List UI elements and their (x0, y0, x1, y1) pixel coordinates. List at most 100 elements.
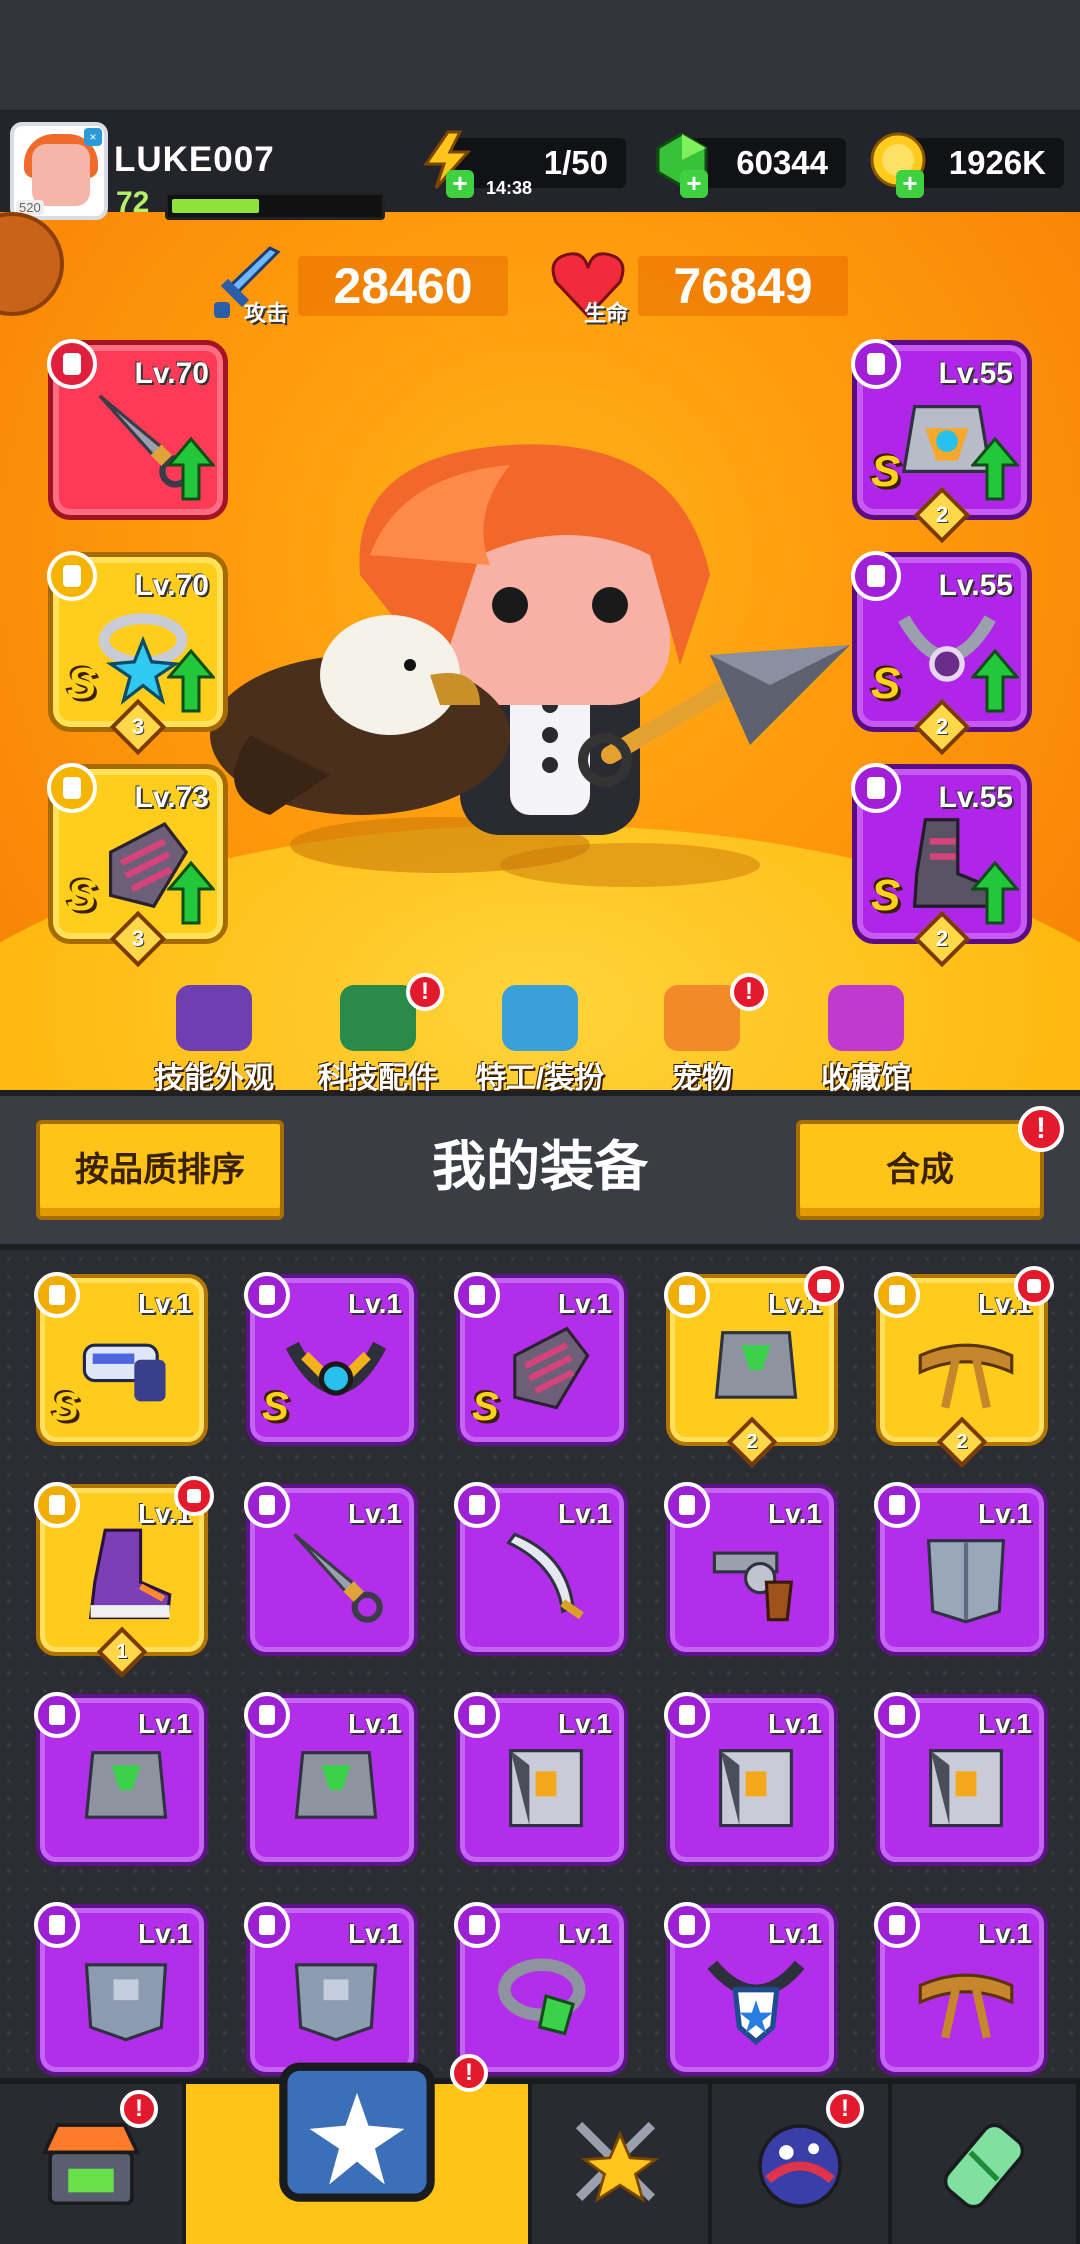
item-level: Lv.1 (978, 1708, 1032, 1739)
pet-icon: ! (664, 973, 768, 1051)
emerald-armor-icon (704, 1314, 808, 1418)
dna-capsule-icon (929, 2116, 1039, 2216)
equipped-slot-weapon[interactable]: Lv.70 (47, 339, 228, 520)
upgrade-arrow-icon (969, 436, 1021, 501)
slot-level: Lv.55 (938, 357, 1014, 390)
nav-battle[interactable] (532, 2084, 712, 2244)
s-rank-badge: S (262, 1385, 289, 1429)
inventory-item[interactable]: Lv.1 (34, 1902, 208, 2076)
s-rank-badge: S (871, 659, 901, 708)
item-type-icon (874, 1482, 920, 1528)
hero-tab-skill-skin[interactable]: 技能外观 (134, 985, 294, 1097)
coin-value: 1926K (948, 144, 1046, 181)
skill-skin-icon (176, 985, 252, 1051)
inventory-item[interactable]: Lv.1 (244, 1482, 418, 1656)
inventory-item[interactable]: Lv.1 (454, 1902, 628, 2076)
slot-type-boots-icon (851, 763, 901, 813)
player-avatar[interactable]: × 520 (10, 122, 108, 220)
star-count: 3 (131, 714, 145, 739)
hero-tab-label: 收藏馆 (821, 1062, 911, 1095)
star-count: 2 (935, 502, 949, 527)
alert-badge: ! (406, 973, 444, 1011)
hero-tab-agent-costume[interactable]: 特工/装扮 (460, 985, 620, 1097)
nav-shop[interactable]: ! (0, 2084, 186, 2244)
nav-lab[interactable] (892, 2084, 1080, 2244)
upgrade-arrow-icon (165, 436, 217, 501)
item-type-icon (664, 1902, 710, 1948)
item-type-icon (664, 1692, 710, 1738)
energy-timer: 14:38 (486, 178, 533, 198)
item-type-icon (454, 1902, 500, 1948)
energy-counter[interactable]: 1/50 (452, 138, 626, 188)
hero-tab-pet[interactable]: ! 宠物 (622, 973, 782, 1097)
hero-tab-tech-parts[interactable]: ! 科技配件 (298, 973, 458, 1097)
item-level: Lv.1 (558, 1498, 612, 1529)
inventory-item[interactable]: Lv.1 S (454, 1272, 628, 1446)
slot-level: Lv.70 (134, 357, 210, 390)
upgrade-arrow-icon (969, 860, 1021, 925)
gauntlet-icon (494, 1314, 598, 1418)
add-energy-button[interactable]: + (446, 170, 474, 198)
emerald-armor-icon (74, 1734, 178, 1838)
s-rank-badge: S (472, 1385, 499, 1429)
inventory-item[interactable]: Lv.1 S (34, 1272, 208, 1446)
add-coins-button[interactable]: + (896, 170, 924, 198)
chest-plate-icon (74, 1944, 178, 2048)
equipped-slot-glove[interactable]: Lv.73 S 3 (47, 763, 228, 968)
hero-tab-label: 宠物 (672, 1062, 732, 1095)
inventory-item[interactable]: Lv.1 (664, 1692, 838, 1866)
sneaker-boots-icon (74, 1524, 178, 1628)
inventory-item[interactable]: Lv.1 2 (874, 1266, 1054, 1468)
chest-plate-icon (284, 1944, 388, 2048)
inventory-item[interactable]: Lv.1 (874, 1482, 1048, 1656)
tech-parts-icon: ! (340, 973, 444, 1051)
inventory-item[interactable]: Lv.1 (874, 1692, 1048, 1866)
close-icon[interactable]: × (84, 128, 102, 146)
xp-bar (165, 192, 385, 220)
inventory-item[interactable]: Lv.1 (874, 1902, 1048, 2076)
slot-type-weapon-icon (47, 339, 97, 389)
item-type-icon (34, 1902, 80, 1948)
add-gems-button[interactable]: + (680, 170, 708, 198)
item-type-icon (34, 1482, 80, 1528)
equipped-slot-armor[interactable]: Lv.55 S 2 (851, 339, 1032, 544)
inventory-item[interactable]: Lv.1 (244, 1692, 418, 1866)
item-type-icon (244, 1692, 290, 1738)
inventory-item[interactable]: Lv.1 (664, 1482, 838, 1656)
gem-value: 60344 (736, 144, 828, 181)
inventory-item[interactable]: Lv.1 (34, 1692, 208, 1866)
equipped-slot-ring[interactable]: Lv.70 S 3 (47, 551, 228, 756)
item-level: Lv.1 (348, 1708, 402, 1739)
hero-tab-collection[interactable]: 收藏馆 (786, 985, 946, 1097)
s-rank-badge: S (871, 871, 901, 920)
nav-equipment[interactable]: ! (186, 2054, 532, 2244)
vest-armor-icon (914, 1734, 1018, 1838)
equipped-slot-boots[interactable]: Lv.55 S 2 (851, 763, 1032, 968)
s-rank-badge: S (67, 659, 97, 708)
rope-belt-icon (914, 1944, 1018, 2048)
slot-level: Lv.55 (938, 781, 1014, 814)
saber-icon (494, 1524, 598, 1628)
item-type-icon (874, 1272, 920, 1318)
inventory-item[interactable]: Lv.1 1 (34, 1476, 214, 1678)
inventory-item[interactable]: Lv.1 (454, 1482, 628, 1656)
inventory-item[interactable]: Lv.1 S (244, 1272, 418, 1446)
inventory-item[interactable]: Lv.1 2 (664, 1266, 844, 1468)
energy-value: 1/50 (543, 144, 608, 181)
item-level: Lv.1 (138, 1918, 192, 1949)
item-level: Lv.1 (558, 1918, 612, 1949)
nav-events[interactable]: ! (712, 2084, 892, 2244)
alert-badge: ! (826, 2090, 864, 2128)
item-type-icon (874, 1692, 920, 1738)
equipped-slot-necklace[interactable]: Lv.55 S 2 (851, 551, 1032, 756)
inventory-grid[interactable]: Lv.1 S Lv.1 S Lv.1 S Lv.1 2 Lv.1 2 Lv.1 1 Lv.1 Lv.1 Lv… (0, 1250, 1080, 2080)
inventory-item[interactable]: Lv.1 (664, 1902, 838, 2076)
star-count: 1 (116, 1641, 128, 1663)
item-level: Lv.1 (768, 1918, 822, 1949)
item-level: Lv.1 (768, 1498, 822, 1529)
merge-button[interactable]: 合成 (796, 1120, 1044, 1220)
inventory-item[interactable]: Lv.1 (454, 1692, 628, 1866)
sort-by-quality-button[interactable]: 按品质排序 (36, 1120, 284, 1220)
s-rank-badge: S (52, 1385, 79, 1429)
new-item-shirt-icon (804, 1266, 844, 1306)
